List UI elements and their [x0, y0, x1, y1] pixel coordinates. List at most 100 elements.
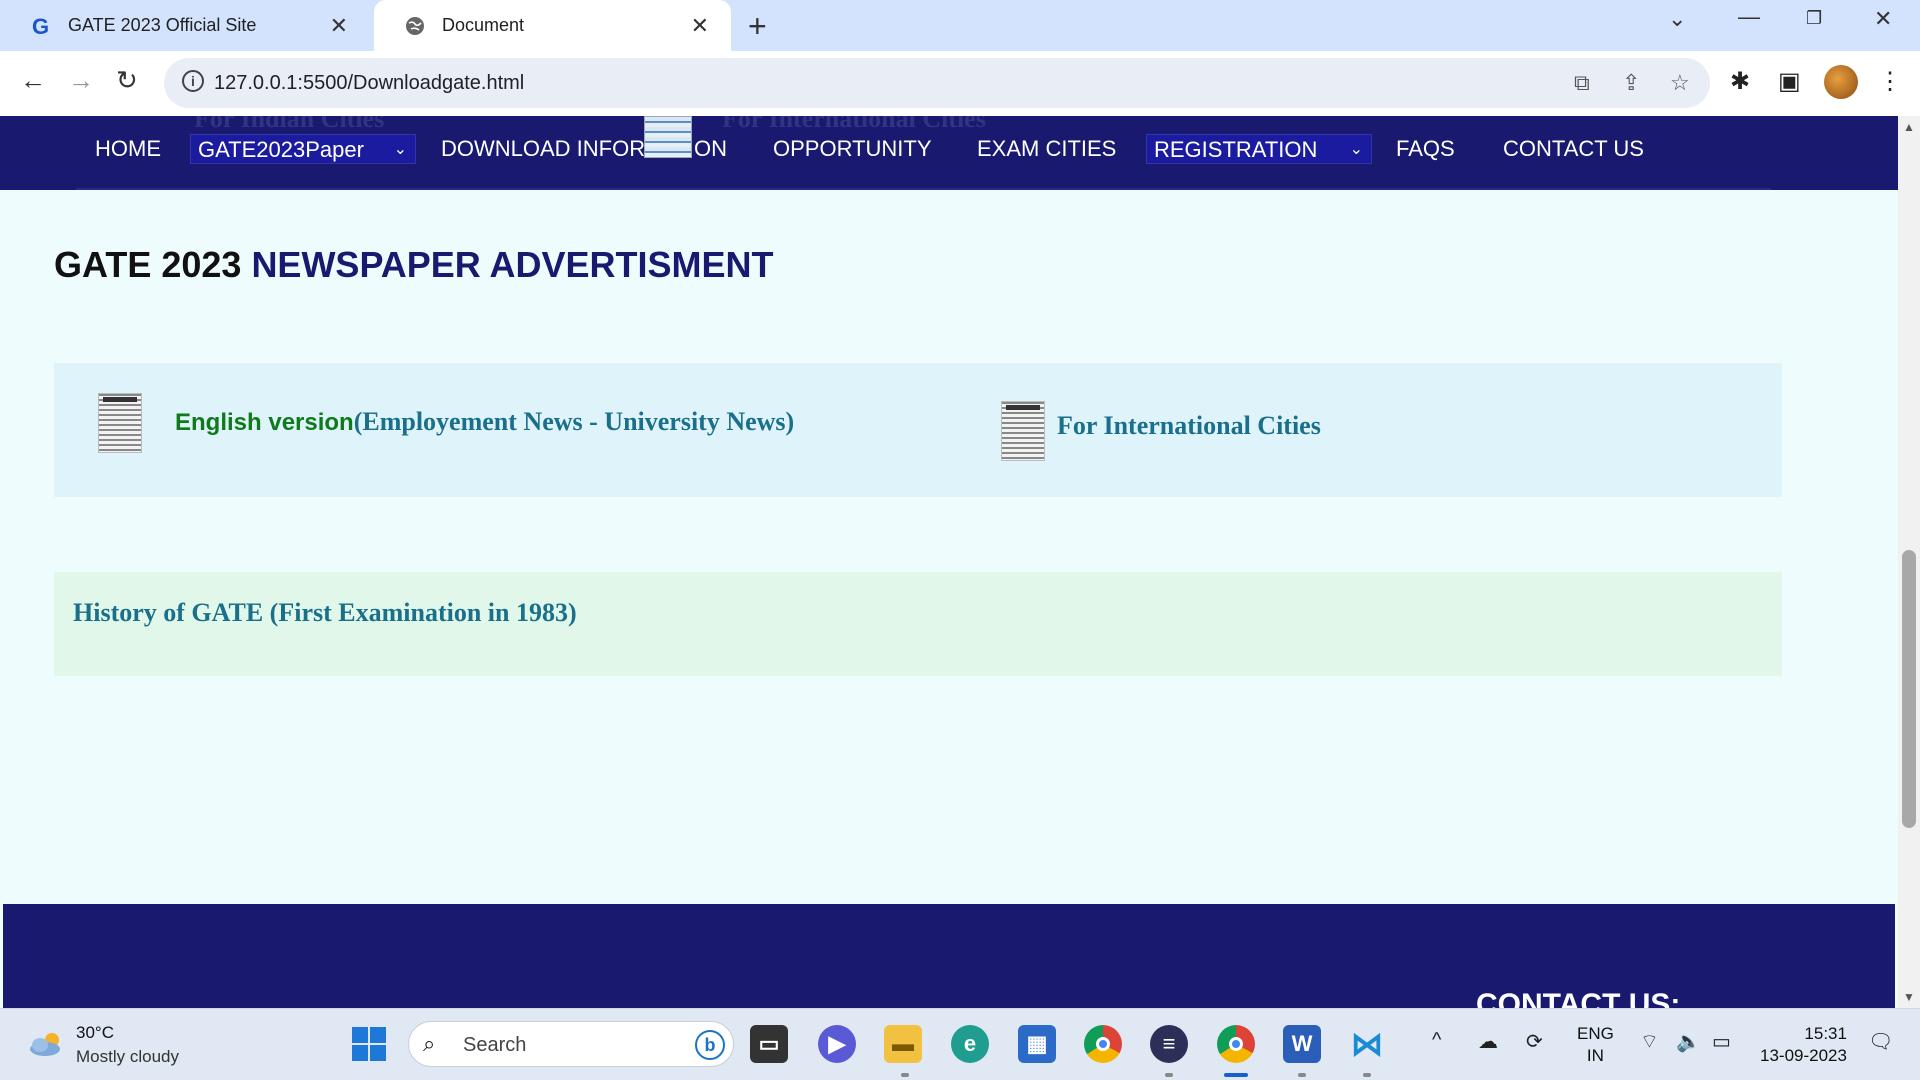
google-g-icon: G: [30, 15, 52, 37]
side-panel-icon[interactable]: ▣: [1778, 67, 1801, 96]
page-title: GATE 2023 NEWSPAPER ADVERTISMENT: [54, 244, 773, 286]
microsoft-store-icon[interactable]: ▦: [1018, 1025, 1056, 1063]
menu-icon[interactable]: ⋮: [1878, 67, 1902, 96]
taskbar-search[interactable]: ⌕ Search b: [408, 1021, 734, 1067]
gate-paper-select[interactable]: GATE2023Paper ⌄: [190, 134, 416, 164]
tab-document[interactable]: Document ✕: [374, 0, 731, 51]
onedrive-icon[interactable]: ☁: [1478, 1029, 1498, 1054]
registration-select[interactable]: REGISTRATION ⌄: [1146, 134, 1372, 164]
minimize-icon[interactable]: —: [1738, 4, 1760, 30]
page-viewport: For Indian Cities For International Citi…: [0, 116, 1898, 1008]
english-version-label: English version: [175, 409, 354, 436]
teams-chat-icon[interactable]: ▶: [818, 1025, 856, 1063]
chrome-icon[interactable]: [1084, 1025, 1122, 1063]
advertisement-panel: English version(Employement News - Unive…: [54, 363, 1782, 497]
tab-title: GATE 2023 Official Site: [68, 15, 257, 35]
nav-download-info[interactable]: DOWNLOAD INFOR: [441, 136, 645, 162]
bookmark-star-icon[interactable]: ☆: [1670, 70, 1690, 96]
newspaper-icon[interactable]: [98, 393, 142, 453]
page-scrollbar[interactable]: ▲ ▼: [1898, 116, 1920, 1008]
notifications-icon[interactable]: 🗨: [1868, 1029, 1893, 1054]
system-clock[interactable]: 15:31 13-09-2023: [1760, 1023, 1847, 1067]
site-navbar: For Indian Cities For International Citi…: [0, 116, 1898, 190]
history-of-gate-link[interactable]: History of GATE (First Examination in 19…: [73, 598, 577, 628]
site-info-icon[interactable]: i: [182, 70, 204, 92]
translate-icon[interactable]: ⧉: [1574, 70, 1590, 96]
chevron-down-icon: ⌄: [393, 141, 407, 158]
search-icon: ⌕: [423, 1031, 436, 1056]
globe-icon: [404, 15, 426, 37]
scroll-up-icon[interactable]: ▲: [1903, 120, 1915, 134]
show-hidden-icons-chevron[interactable]: ^: [1432, 1029, 1441, 1052]
history-panel: History of GATE (First Examination in 19…: [54, 572, 1782, 676]
running-indicator: [1298, 1073, 1306, 1077]
restore-icon[interactable]: ❐: [1806, 8, 1822, 29]
close-tab-icon[interactable]: ✕: [330, 13, 348, 39]
newspaper-icon[interactable]: [1001, 401, 1045, 461]
svg-text:G: G: [32, 15, 49, 37]
browser-toolbar: ← → ↻ i 127.0.0.1:5500/Downloadgate.html…: [0, 51, 1920, 116]
sync-icon[interactable]: ⟳: [1526, 1029, 1543, 1054]
newspaper-thumbnail-overlay: [644, 116, 692, 158]
international-cities-link[interactable]: For International Cities: [1057, 411, 1321, 441]
weather-temperature[interactable]: 30°C: [76, 1023, 114, 1043]
clock-time: 15:31: [1804, 1024, 1847, 1043]
nav-download-info-suffix[interactable]: ON: [694, 136, 727, 162]
task-view-icon[interactable]: ▭: [750, 1025, 788, 1063]
running-indicator: [901, 1073, 909, 1077]
english-version-link[interactable]: English version(Employement News - Unive…: [175, 407, 794, 437]
back-icon[interactable]: ←: [20, 65, 46, 96]
profile-avatar[interactable]: [1824, 65, 1858, 99]
clock-date: 13-09-2023: [1760, 1046, 1847, 1065]
volume-icon[interactable]: 🔈: [1676, 1029, 1701, 1054]
nav-contact-us[interactable]: CONTACT US: [1503, 136, 1644, 162]
active-indicator: [1224, 1073, 1248, 1077]
close-window-icon[interactable]: ✕: [1874, 6, 1892, 32]
english-version-link-text: (Employement News - University News): [353, 407, 795, 436]
url-text[interactable]: 127.0.0.1:5500/Downloadgate.html: [214, 72, 524, 95]
weather-description[interactable]: Mostly cloudy: [76, 1047, 179, 1067]
tab-search-chevron-icon[interactable]: ⌄: [1668, 6, 1686, 32]
taskbar-search-placeholder: Search: [463, 1034, 527, 1056]
site-footer: CONTACT US:: [3, 904, 1895, 1008]
cloudy-weather-icon: [30, 1033, 60, 1056]
navbar-divider: [76, 188, 1771, 190]
tab-gate-official[interactable]: G GATE 2023 Official Site ✕: [0, 0, 370, 51]
ghost-international-cities-text: For International Cities: [722, 116, 986, 133]
page-title-main: NEWSPAPER ADVERTISMENT: [251, 244, 774, 285]
windows-taskbar: 30°C Mostly cloudy ⌕ Search b ▭ ▶ ▬ e ▦ …: [0, 1008, 1920, 1080]
new-tab-icon[interactable]: +: [748, 8, 767, 45]
file-explorer-icon[interactable]: ▬: [884, 1025, 922, 1063]
running-indicator: [1363, 1073, 1371, 1077]
nav-exam-cities[interactable]: EXAM CITIES: [977, 136, 1116, 162]
footer-contact-title: CONTACT US:: [1476, 988, 1681, 1008]
gate-paper-select-value: GATE2023Paper: [198, 137, 364, 162]
language-indicator[interactable]: ENG IN: [1577, 1023, 1614, 1067]
extensions-icon[interactable]: ✱: [1730, 67, 1750, 96]
registration-select-value: REGISTRATION: [1154, 137, 1318, 162]
eclipse-icon[interactable]: ≡: [1150, 1025, 1188, 1063]
nav-faqs[interactable]: FAQS: [1396, 136, 1455, 162]
wifi-icon[interactable]: ⌔: [1640, 1029, 1659, 1054]
chevron-down-icon: ⌄: [1349, 141, 1363, 158]
edge-browser-icon[interactable]: e: [951, 1025, 989, 1063]
battery-icon[interactable]: ▭: [1712, 1029, 1731, 1054]
forward-icon[interactable]: →: [68, 65, 94, 96]
address-bar[interactable]: i 127.0.0.1:5500/Downloadgate.html ⧉ ⇪ ☆: [164, 58, 1710, 108]
ghost-indian-cities-text: For Indian Cities: [194, 116, 385, 133]
scroll-down-icon[interactable]: ▼: [1903, 990, 1915, 1004]
windows-start-icon[interactable]: [350, 1025, 388, 1063]
word-icon[interactable]: W: [1283, 1025, 1321, 1063]
language-region: IN: [1586, 1046, 1604, 1065]
running-indicator: [1165, 1073, 1173, 1077]
share-icon[interactable]: ⇪: [1622, 70, 1640, 96]
chrome-profile-icon[interactable]: [1217, 1025, 1255, 1063]
nav-opportunity[interactable]: OPPORTUNITY: [773, 136, 932, 162]
nav-home[interactable]: HOME: [95, 136, 161, 162]
tab-strip: G GATE 2023 Official Site ✕ Document ✕ +…: [0, 0, 1920, 51]
scrollbar-thumb[interactable]: [1902, 550, 1916, 828]
bing-icon[interactable]: b: [695, 1030, 725, 1060]
vscode-icon[interactable]: ⋈: [1348, 1025, 1386, 1063]
close-tab-icon[interactable]: ✕: [691, 13, 709, 39]
reload-icon[interactable]: ↻: [116, 65, 138, 96]
